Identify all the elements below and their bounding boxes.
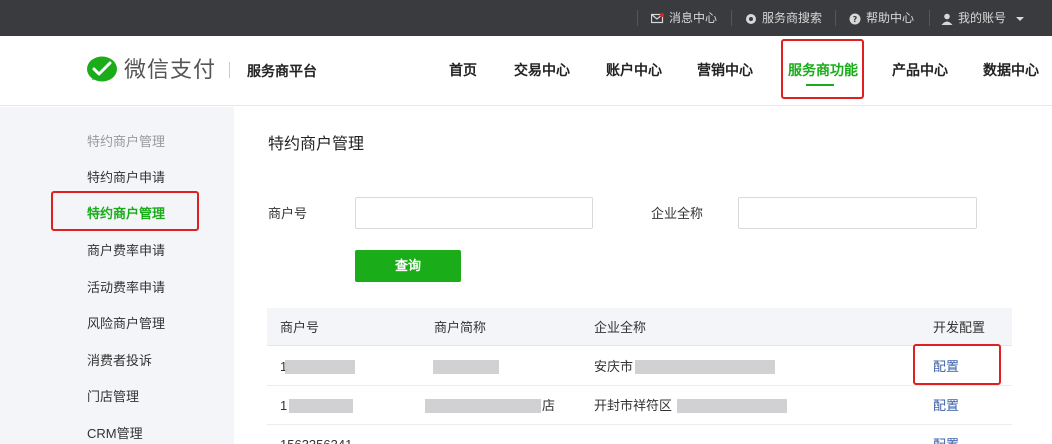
wechat-pay-logo-icon [87,56,117,82]
sidebar-item-rate-apply[interactable]: 商户费率申请 [87,242,165,260]
header: 微信支付 服务商平台 首页 交易中心 账户中心 营销中心 服务商功能 产品中心 … [0,36,1052,106]
redacted-mask [677,399,787,413]
cell-merchant-no: 1563356341 [280,437,352,444]
table-row: 1563356341 配置 [267,425,1012,444]
platform-name: 服务商平台 [247,63,317,79]
logo-separator [229,62,230,78]
nav-marketing[interactable]: 营销中心 [697,60,753,80]
sidebar-item-store-manage[interactable]: 门店管理 [87,388,139,406]
cell-short-name: 店 [542,398,556,413]
help-center-label: 帮助中心 [866,11,915,25]
config-link[interactable]: 配置 [933,398,959,414]
redacted-mask [289,399,353,413]
nav-data[interactable]: 数据中心 [983,60,1039,80]
topbar-separator [637,10,638,26]
highlight-box-config [913,344,1001,385]
search-circle-icon [746,13,756,24]
merchant-no-label: 商户号 [268,206,308,221]
th-merchant-no: 商户号 [280,320,320,335]
sidebar-item-activity-rate-apply[interactable]: 活动费率申请 [87,279,165,297]
nav-account[interactable]: 账户中心 [606,60,662,80]
topbar-separator [731,10,732,26]
th-company: 企业全称 [594,320,647,335]
query-button[interactable]: 查询 [355,250,461,282]
cell-merchant-no: 1 [280,398,288,413]
sidebar-item-consumer-complaints[interactable]: 消费者投诉 [87,352,152,370]
cell-company: 安庆市 [594,359,634,374]
th-short-name: 商户简称 [434,320,487,335]
svg-text:?: ? [853,15,858,24]
provider-search-label: 服务商搜索 [762,11,823,25]
chevron-down-icon [1016,16,1025,21]
my-account-label: 我的账号 [958,11,1007,25]
sidebar-item-crm[interactable]: CRM管理 [87,425,143,443]
my-account-menu[interactable]: 我的账号 [941,0,1025,36]
table-header: 商户号 商户简称 企业全称 开发配置 [267,308,1012,346]
highlight-box-sidebar [51,191,199,231]
redacted-mask [425,399,541,413]
redacted-mask [635,360,775,374]
topbar-separator [835,10,836,26]
nav-transactions[interactable]: 交易中心 [514,60,570,80]
envelope-icon [651,13,664,24]
message-center-label: 消息中心 [669,11,718,25]
redacted-mask [285,360,355,374]
redacted-mask [433,360,499,374]
nav-home[interactable]: 首页 [449,60,477,80]
nav-products[interactable]: 产品中心 [892,60,948,80]
table-row: 1 安庆市 配置 [267,347,1012,386]
highlight-box-nav [781,39,864,99]
help-center-link[interactable]: ? 帮助中心 [849,0,914,36]
sidebar-group-title: 特约商户管理 [87,134,166,149]
page-title: 特约商户管理 [268,136,365,153]
user-icon [941,13,953,25]
provider-search-link[interactable]: 服务商搜索 [745,0,822,36]
cell-company: 开封市祥符区 [594,398,673,413]
sidebar-item-merchant-apply[interactable]: 特约商户申请 [87,169,165,187]
top-bar: 消息中心 服务商搜索 ? 帮助中心 我的账号 [0,0,1052,36]
sidebar-item-risk-merchant[interactable]: 风险商户管理 [87,315,165,333]
company-name-input[interactable] [738,197,977,229]
table-row: 1 店 开封市祥符区 配置 [267,386,1012,425]
config-link[interactable]: 配置 [933,437,959,444]
topbar-separator [929,10,930,26]
th-dev-config: 开发配置 [933,320,986,335]
company-name-label: 企业全称 [651,206,704,221]
logo-text: 微信支付 [124,57,217,82]
merchant-no-input[interactable] [355,197,593,229]
help-icon: ? [849,13,861,25]
message-center-link[interactable]: 消息中心 [651,0,717,36]
